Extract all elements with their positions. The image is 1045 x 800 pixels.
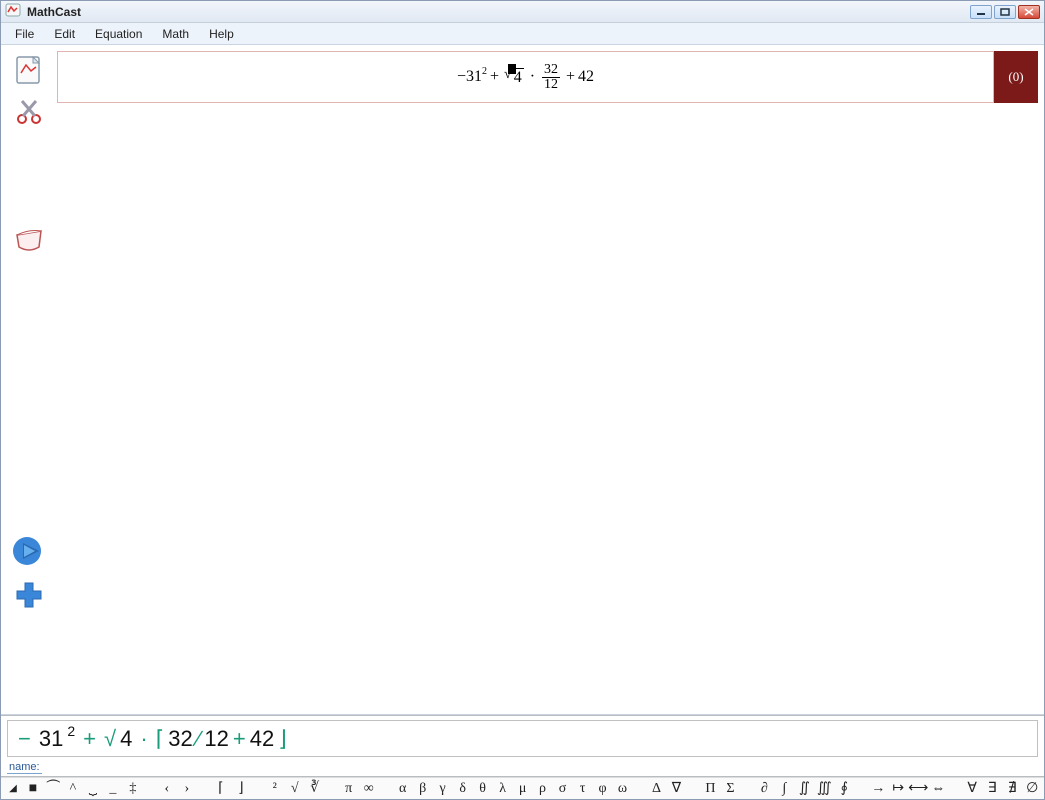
fraction-numerator: 32 bbox=[542, 63, 560, 78]
maximize-button[interactable] bbox=[994, 5, 1016, 19]
symbol-button[interactable]: ρ bbox=[533, 781, 553, 797]
symbol-button[interactable]: ∭ bbox=[814, 780, 834, 797]
input-token: 2 bbox=[67, 723, 75, 739]
titlebar: MathCast bbox=[1, 1, 1044, 23]
symbol-button[interactable]: ↦ bbox=[888, 780, 908, 797]
new-document-button[interactable] bbox=[9, 51, 49, 87]
symbol-button[interactable]: β bbox=[413, 781, 433, 797]
base-31: 31 bbox=[466, 68, 482, 86]
symbol-button[interactable]: π bbox=[339, 781, 359, 797]
symbol-button[interactable]: Π bbox=[700, 781, 720, 797]
name-field-label[interactable]: name: bbox=[7, 761, 42, 774]
symbol-button[interactable]: σ bbox=[553, 781, 573, 797]
equation-index-badge[interactable]: (0) bbox=[994, 51, 1038, 103]
equation-render[interactable]: − 31 2 + √ 4 · 32 12 + 42 bbox=[57, 51, 994, 103]
add-button[interactable] bbox=[9, 577, 49, 613]
input-token: + bbox=[233, 726, 246, 752]
radical-icon: √ bbox=[504, 67, 512, 83]
input-token: ⌋ bbox=[278, 726, 287, 752]
symbol-button[interactable]: ∮ bbox=[834, 780, 854, 797]
menubar: FileEditEquationMathHelp bbox=[1, 23, 1044, 45]
input-token: 42 bbox=[250, 726, 274, 752]
input-token: ⌈ bbox=[156, 726, 165, 752]
fraction-denominator: 12 bbox=[542, 78, 560, 92]
side-toolbar bbox=[1, 45, 57, 714]
equation-index-label: (0) bbox=[1008, 69, 1023, 85]
rendered-expression: − 31 2 + √ 4 · 32 12 + 42 bbox=[457, 63, 594, 92]
symbol-button[interactable]: → bbox=[868, 781, 888, 797]
tail-42: 42 bbox=[578, 68, 594, 86]
symbol-button[interactable]: ⏟ bbox=[83, 781, 103, 797]
fraction: 32 12 bbox=[542, 63, 560, 92]
symbol-button[interactable]: ■ bbox=[23, 781, 43, 797]
symbol-button[interactable]: λ bbox=[493, 781, 513, 797]
input-token: 31 bbox=[39, 726, 63, 752]
symbol-button[interactable]: ∃ bbox=[982, 780, 1002, 797]
minimize-button[interactable] bbox=[970, 5, 992, 19]
main-area: − 31 2 + √ 4 · 32 12 + 42 bbox=[1, 45, 1044, 715]
symbol-button[interactable]: ω bbox=[613, 781, 633, 797]
play-button[interactable] bbox=[9, 533, 49, 569]
input-token: 32 bbox=[168, 726, 192, 752]
symbol-button[interactable]: ∅ bbox=[1022, 780, 1042, 797]
input-bar: − 312 + √4 · ⌈ 32∕12 + 42⌋ name: bbox=[1, 715, 1044, 777]
symbol-button[interactable]: Σ bbox=[720, 781, 740, 797]
input-token: √ bbox=[104, 726, 116, 752]
superscript-2: 2 bbox=[482, 66, 487, 77]
plus-1: + bbox=[490, 68, 499, 86]
symbol-button[interactable]: ∛ bbox=[305, 780, 325, 797]
symbol-button[interactable]: θ bbox=[473, 781, 493, 797]
symbol-button[interactable]: γ bbox=[433, 781, 453, 797]
equation-input[interactable]: − 312 + √4 · ⌈ 32∕12 + 42⌋ bbox=[7, 720, 1038, 757]
symbol-button[interactable]: φ bbox=[593, 781, 613, 797]
input-token: · bbox=[140, 726, 147, 752]
symbol-button[interactable]: ◢ bbox=[3, 783, 23, 794]
symbol-button[interactable]: ⌋ bbox=[231, 780, 251, 797]
cut-button[interactable] bbox=[9, 95, 49, 129]
symbol-button[interactable]: ∇ bbox=[666, 780, 686, 797]
close-button[interactable] bbox=[1018, 5, 1040, 19]
root-expression: √ 4 bbox=[502, 68, 526, 87]
symbol-palette: ◢■⏜^⏟_‡ ‹› ⌈⌋ ²√∛ π∞ αβγδθλμρστφωΔ∇ ΠΣ ∂∫∬∭∮ →↦⟷… bbox=[1, 777, 1044, 799]
symbol-button[interactable]: μ bbox=[513, 781, 533, 797]
symbol-button[interactable]: ∬ bbox=[794, 780, 814, 797]
symbol-button[interactable]: ^ bbox=[63, 781, 83, 797]
input-token: − bbox=[18, 726, 31, 752]
dot-operator: · bbox=[530, 68, 535, 86]
menu-help[interactable]: Help bbox=[199, 25, 244, 43]
equation-area: − 31 2 + √ 4 · 32 12 + 42 bbox=[57, 45, 1044, 714]
neg-sign: − bbox=[457, 68, 466, 86]
menu-math[interactable]: Math bbox=[152, 25, 199, 43]
input-token: 12 bbox=[204, 726, 228, 752]
symbol-button[interactable]: ‹ bbox=[157, 781, 177, 797]
symbol-button[interactable]: ⌈ bbox=[211, 780, 231, 797]
symbol-button[interactable]: ∂ bbox=[754, 781, 774, 797]
symbol-button[interactable]: ⟷ bbox=[908, 780, 928, 797]
symbol-button[interactable]: τ bbox=[573, 781, 593, 797]
symbol-button[interactable]: ∞ bbox=[359, 781, 379, 797]
menu-file[interactable]: File bbox=[5, 25, 44, 43]
input-token: + bbox=[83, 726, 96, 752]
input-token: ∕ bbox=[197, 726, 201, 752]
symbol-button[interactable]: › bbox=[177, 781, 197, 797]
menu-edit[interactable]: Edit bbox=[44, 25, 85, 43]
symbol-button[interactable]: α bbox=[393, 781, 413, 797]
symbol-button[interactable]: Δ bbox=[646, 781, 666, 797]
symbol-button[interactable]: ⇔ bbox=[928, 781, 948, 797]
symbol-button[interactable]: ∀ bbox=[962, 780, 982, 797]
symbol-button[interactable]: δ bbox=[453, 781, 473, 797]
input-token: 4 bbox=[120, 726, 132, 752]
symbol-button[interactable]: _ bbox=[103, 781, 123, 797]
symbol-button[interactable]: ∄ bbox=[1002, 780, 1022, 797]
symbol-button[interactable]: √ bbox=[285, 781, 305, 797]
symbol-button[interactable]: ² bbox=[265, 781, 285, 797]
symbol-button[interactable]: ∫ bbox=[774, 781, 794, 797]
symbol-button[interactable]: ⏜ bbox=[43, 781, 63, 797]
delete-button[interactable] bbox=[9, 221, 49, 257]
window-title: MathCast bbox=[27, 5, 81, 19]
plus-2: + bbox=[566, 68, 575, 86]
app-icon bbox=[5, 2, 21, 21]
symbol-button[interactable]: ‡ bbox=[123, 781, 143, 797]
menu-equation[interactable]: Equation bbox=[85, 25, 152, 43]
